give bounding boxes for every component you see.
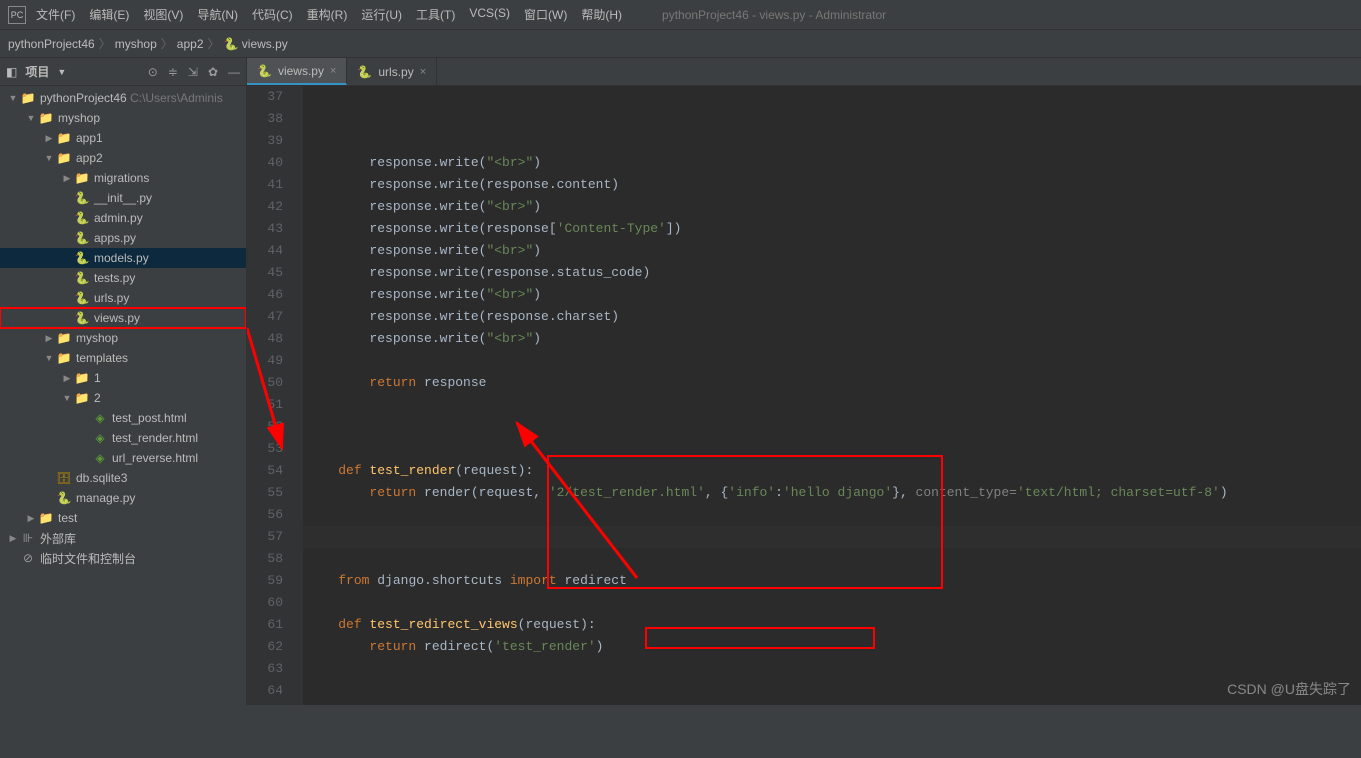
menu-item[interactable]: 窗口(W) — [520, 4, 571, 25]
tree-item[interactable]: 🐍__init__.py — [0, 188, 246, 208]
title-bar: PC 文件(F) 编辑(E) 视图(V) 导航(N) 代码(C) 重构(R)运行(U) 工具… — [0, 0, 1361, 30]
locate-icon[interactable]: ⊙ — [148, 65, 158, 79]
tree-item[interactable]: ▶📁test — [0, 508, 246, 528]
tree-item[interactable]: 🐍apps.py — [0, 228, 246, 248]
tree-item[interactable]: ▼📁2 — [0, 388, 246, 408]
breadcrumb-item[interactable]: 🐍 views.py — [224, 37, 288, 51]
window-title: pythonProject46 - views.py - Administrat… — [662, 8, 886, 22]
tree-item[interactable]: 🐍views.py — [0, 308, 246, 328]
menu-item[interactable]: 运行(U) — [357, 4, 406, 25]
tree-item[interactable]: ▶⊪外部库 — [0, 528, 246, 548]
breadcrumb-bar: pythonProject46〉myshop〉app2〉🐍 views.py — [0, 30, 1361, 58]
line-gutter: 3738394041424344454647484950515253545556… — [247, 86, 291, 705]
sidebar-header: ◧ 项目 ▼ ⊙ ≑ ⇲ ✿ — — [0, 58, 246, 86]
editor-area: 🐍views.py×🐍urls.py× 37383940414243444546… — [247, 58, 1361, 705]
tree-item[interactable]: 🐍admin.py — [0, 208, 246, 228]
editor-tabs: 🐍views.py×🐍urls.py× — [247, 58, 1361, 86]
tree-item[interactable]: ▼📁pythonProject46 C:\Users\Adminis — [0, 88, 246, 108]
breadcrumb-item[interactable]: app2 — [177, 37, 204, 51]
watermark: CSDN @U盘失踪了 — [1227, 679, 1351, 699]
breadcrumb-item[interactable]: myshop — [115, 37, 157, 51]
tree-item[interactable]: 🐍tests.py — [0, 268, 246, 288]
menu-item[interactable]: 重构(R) — [303, 4, 352, 25]
app-logo: PC — [8, 6, 26, 24]
breadcrumb-item[interactable]: pythonProject46 — [8, 37, 95, 51]
tree-item[interactable]: ▶📁app1 — [0, 128, 246, 148]
hide-icon[interactable]: — — [228, 65, 240, 79]
main-menu: 文件(F) 编辑(E) 视图(V) 导航(N) 代码(C) 重构(R)运行(U) 工具(T)… — [32, 4, 626, 25]
project-tree[interactable]: ▼📁pythonProject46 C:\Users\Adminis▼📁mysh… — [0, 86, 246, 705]
project-sidebar: ◧ 项目 ▼ ⊙ ≑ ⇲ ✿ — ▼📁pythonProject46 C:\Us… — [0, 58, 247, 705]
close-icon[interactable]: × — [330, 65, 336, 77]
code-content[interactable]: response.write("<br>") response.write(re… — [303, 86, 1361, 705]
close-icon[interactable]: × — [420, 66, 426, 78]
tree-item[interactable]: 🐍models.py — [0, 248, 246, 268]
tree-item[interactable]: ◈test_render.html — [0, 428, 246, 448]
collapse-icon[interactable]: ⇲ — [188, 65, 198, 79]
code-editor[interactable]: 3738394041424344454647484950515253545556… — [247, 86, 1361, 705]
menu-item[interactable]: VCS(S) — [465, 4, 514, 25]
tree-item[interactable]: ▼📁app2 — [0, 148, 246, 168]
tree-item[interactable]: ⊘临时文件和控制台 — [0, 548, 246, 568]
menu-item[interactable]: 代码(C) — [248, 4, 297, 25]
expand-icon[interactable]: ≑ — [168, 65, 178, 79]
menu-item[interactable]: 文件(F) — [32, 4, 79, 25]
settings-icon[interactable]: ✿ — [208, 65, 218, 79]
tree-item[interactable]: ◈url_reverse.html — [0, 448, 246, 468]
tree-item[interactable]: ▶📁myshop — [0, 328, 246, 348]
tree-item[interactable]: 🐍manage.py — [0, 488, 246, 508]
tree-item[interactable]: ▶📁1 — [0, 368, 246, 388]
menu-item[interactable]: 编辑(E) — [85, 4, 133, 25]
fold-gutter[interactable] — [291, 86, 303, 705]
menu-item[interactable]: 帮助(H) — [577, 4, 626, 25]
editor-tab[interactable]: 🐍views.py× — [247, 58, 347, 85]
editor-tab[interactable]: 🐍urls.py× — [347, 58, 437, 85]
dropdown-icon[interactable]: ▼ — [57, 67, 66, 77]
tree-item[interactable]: ◈test_post.html — [0, 408, 246, 428]
tree-item[interactable]: ▶📁migrations — [0, 168, 246, 188]
tree-item[interactable]: ▼📁myshop — [0, 108, 246, 128]
tree-item[interactable]: ▼📁templates — [0, 348, 246, 368]
sidebar-title[interactable]: 项目 — [25, 63, 49, 80]
tree-item[interactable]: 🐍urls.py — [0, 288, 246, 308]
project-tool-icon[interactable]: ◧ — [6, 65, 17, 79]
menu-item[interactable]: 视图(V) — [139, 4, 187, 25]
menu-item[interactable]: 工具(T) — [412, 4, 459, 25]
tree-item[interactable]: 🗄db.sqlite3 — [0, 468, 246, 488]
menu-item[interactable]: 导航(N) — [193, 4, 242, 25]
